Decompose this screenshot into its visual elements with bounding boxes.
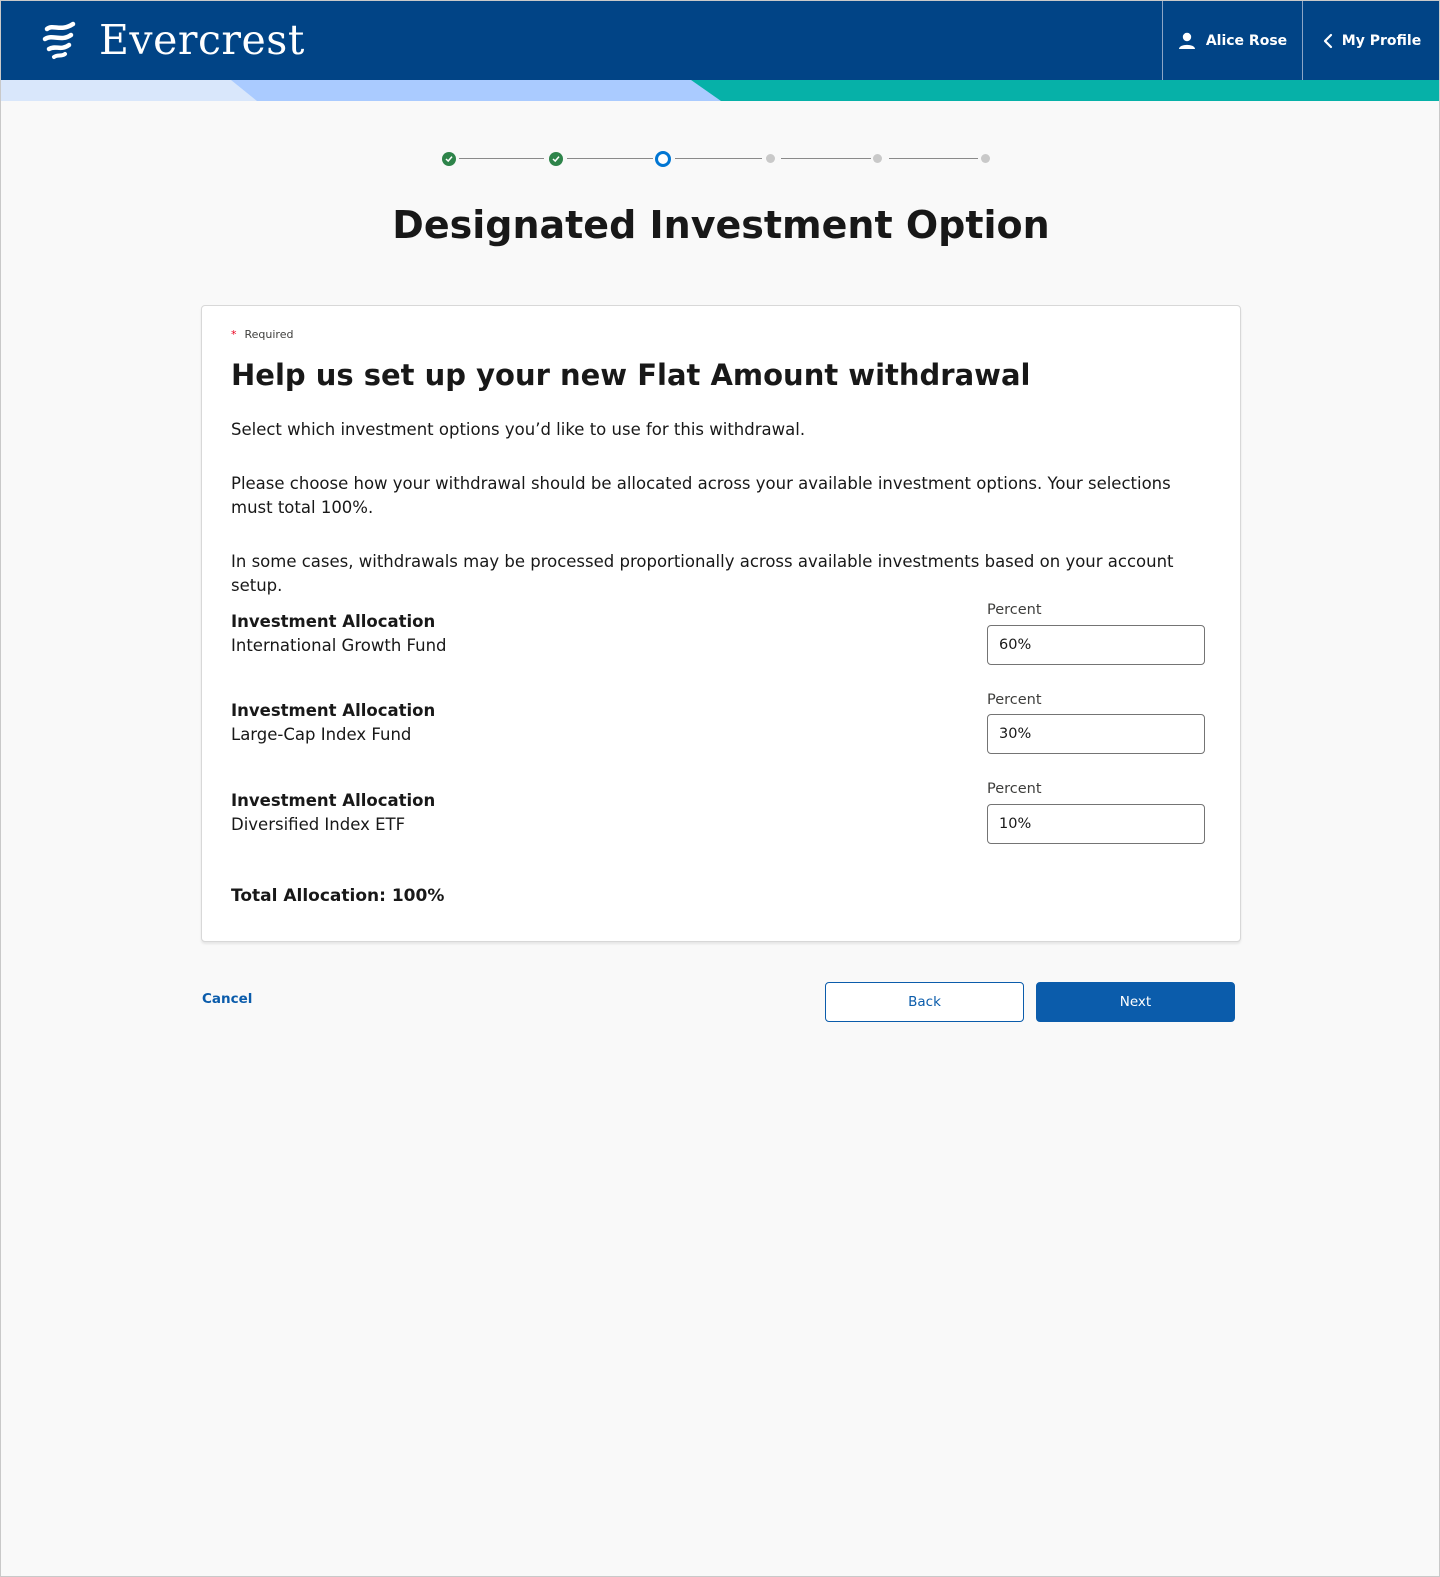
note-text: In some cases, withdrawals may be proces… bbox=[231, 552, 1174, 595]
fund-name: Large-Cap Index Fund bbox=[231, 725, 412, 744]
check-icon bbox=[552, 156, 560, 163]
user-icon bbox=[1178, 32, 1195, 49]
top-header: Evercrest Alice Rose My Profile bbox=[1, 1, 1439, 80]
form-heading: Help us set up your new Flat Amount with… bbox=[231, 358, 1031, 392]
step-connector bbox=[459, 158, 544, 159]
required-legend: * Required bbox=[231, 328, 293, 341]
chevron-left-icon bbox=[1323, 33, 1332, 48]
allocation-row: Investment Allocation Diversified Index … bbox=[231, 781, 1211, 844]
intro-text: Select which investment options you’d li… bbox=[231, 420, 806, 439]
percent-label: Percent bbox=[987, 602, 1042, 618]
step-1-complete bbox=[442, 152, 456, 166]
allocation-row: Investment Allocation Large-Cap Index Fu… bbox=[231, 692, 1211, 754]
allocation-label: Investment Allocation bbox=[231, 701, 436, 720]
brand-name: Evercrest bbox=[99, 16, 305, 64]
allocation-row: Investment Allocation International Grow… bbox=[231, 602, 1211, 665]
my-profile-label: My Profile bbox=[1341, 32, 1422, 49]
step-2-complete bbox=[549, 152, 563, 166]
step-connector bbox=[781, 158, 871, 159]
percent-input-international-growth[interactable] bbox=[987, 625, 1205, 665]
back-button[interactable]: Back bbox=[825, 982, 1024, 1022]
header-accent-stripe bbox=[1, 80, 1439, 101]
page: Evercrest Alice Rose My Profile Designat… bbox=[0, 0, 1440, 1577]
percent-input-large-cap[interactable] bbox=[987, 714, 1205, 754]
user-menu-button[interactable]: Alice Rose bbox=[1162, 1, 1302, 80]
waves-icon bbox=[42, 21, 76, 59]
allocation-form-card: * Required Help us set up your new Flat A… bbox=[201, 305, 1241, 942]
cancel-link[interactable]: Cancel bbox=[202, 991, 252, 1007]
allocation-label: Investment Allocation bbox=[231, 791, 436, 810]
fund-name: International Growth Fund bbox=[231, 636, 447, 655]
required-label: Required bbox=[244, 328, 294, 341]
step-5-upcoming bbox=[873, 154, 882, 163]
page-title: Designated Investment Option bbox=[392, 203, 1050, 247]
next-button[interactable]: Next bbox=[1036, 982, 1235, 1022]
user-name: Alice Rose bbox=[1205, 32, 1288, 49]
step-connector bbox=[889, 158, 978, 159]
percent-label: Percent bbox=[987, 781, 1042, 797]
step-3-current bbox=[655, 151, 671, 167]
percent-label: Percent bbox=[987, 692, 1042, 708]
brand-logo[interactable]: Evercrest bbox=[41, 15, 305, 65]
step-6-upcoming bbox=[981, 154, 990, 163]
progress-stepper bbox=[1, 147, 1439, 171]
required-asterisk: * bbox=[231, 328, 237, 341]
my-profile-link[interactable]: My Profile bbox=[1302, 1, 1439, 80]
step-connector bbox=[675, 158, 762, 159]
fund-name: Diversified Index ETF bbox=[231, 815, 406, 834]
step-4-upcoming bbox=[766, 154, 775, 163]
check-icon bbox=[445, 156, 453, 163]
step-connector bbox=[567, 158, 653, 159]
total-allocation: Total Allocation: 100% bbox=[231, 886, 445, 906]
instructions-text: Please choose how your withdrawal should… bbox=[231, 474, 1171, 517]
allocation-label: Investment Allocation bbox=[231, 612, 436, 631]
percent-input-diversified-etf[interactable] bbox=[987, 804, 1205, 844]
